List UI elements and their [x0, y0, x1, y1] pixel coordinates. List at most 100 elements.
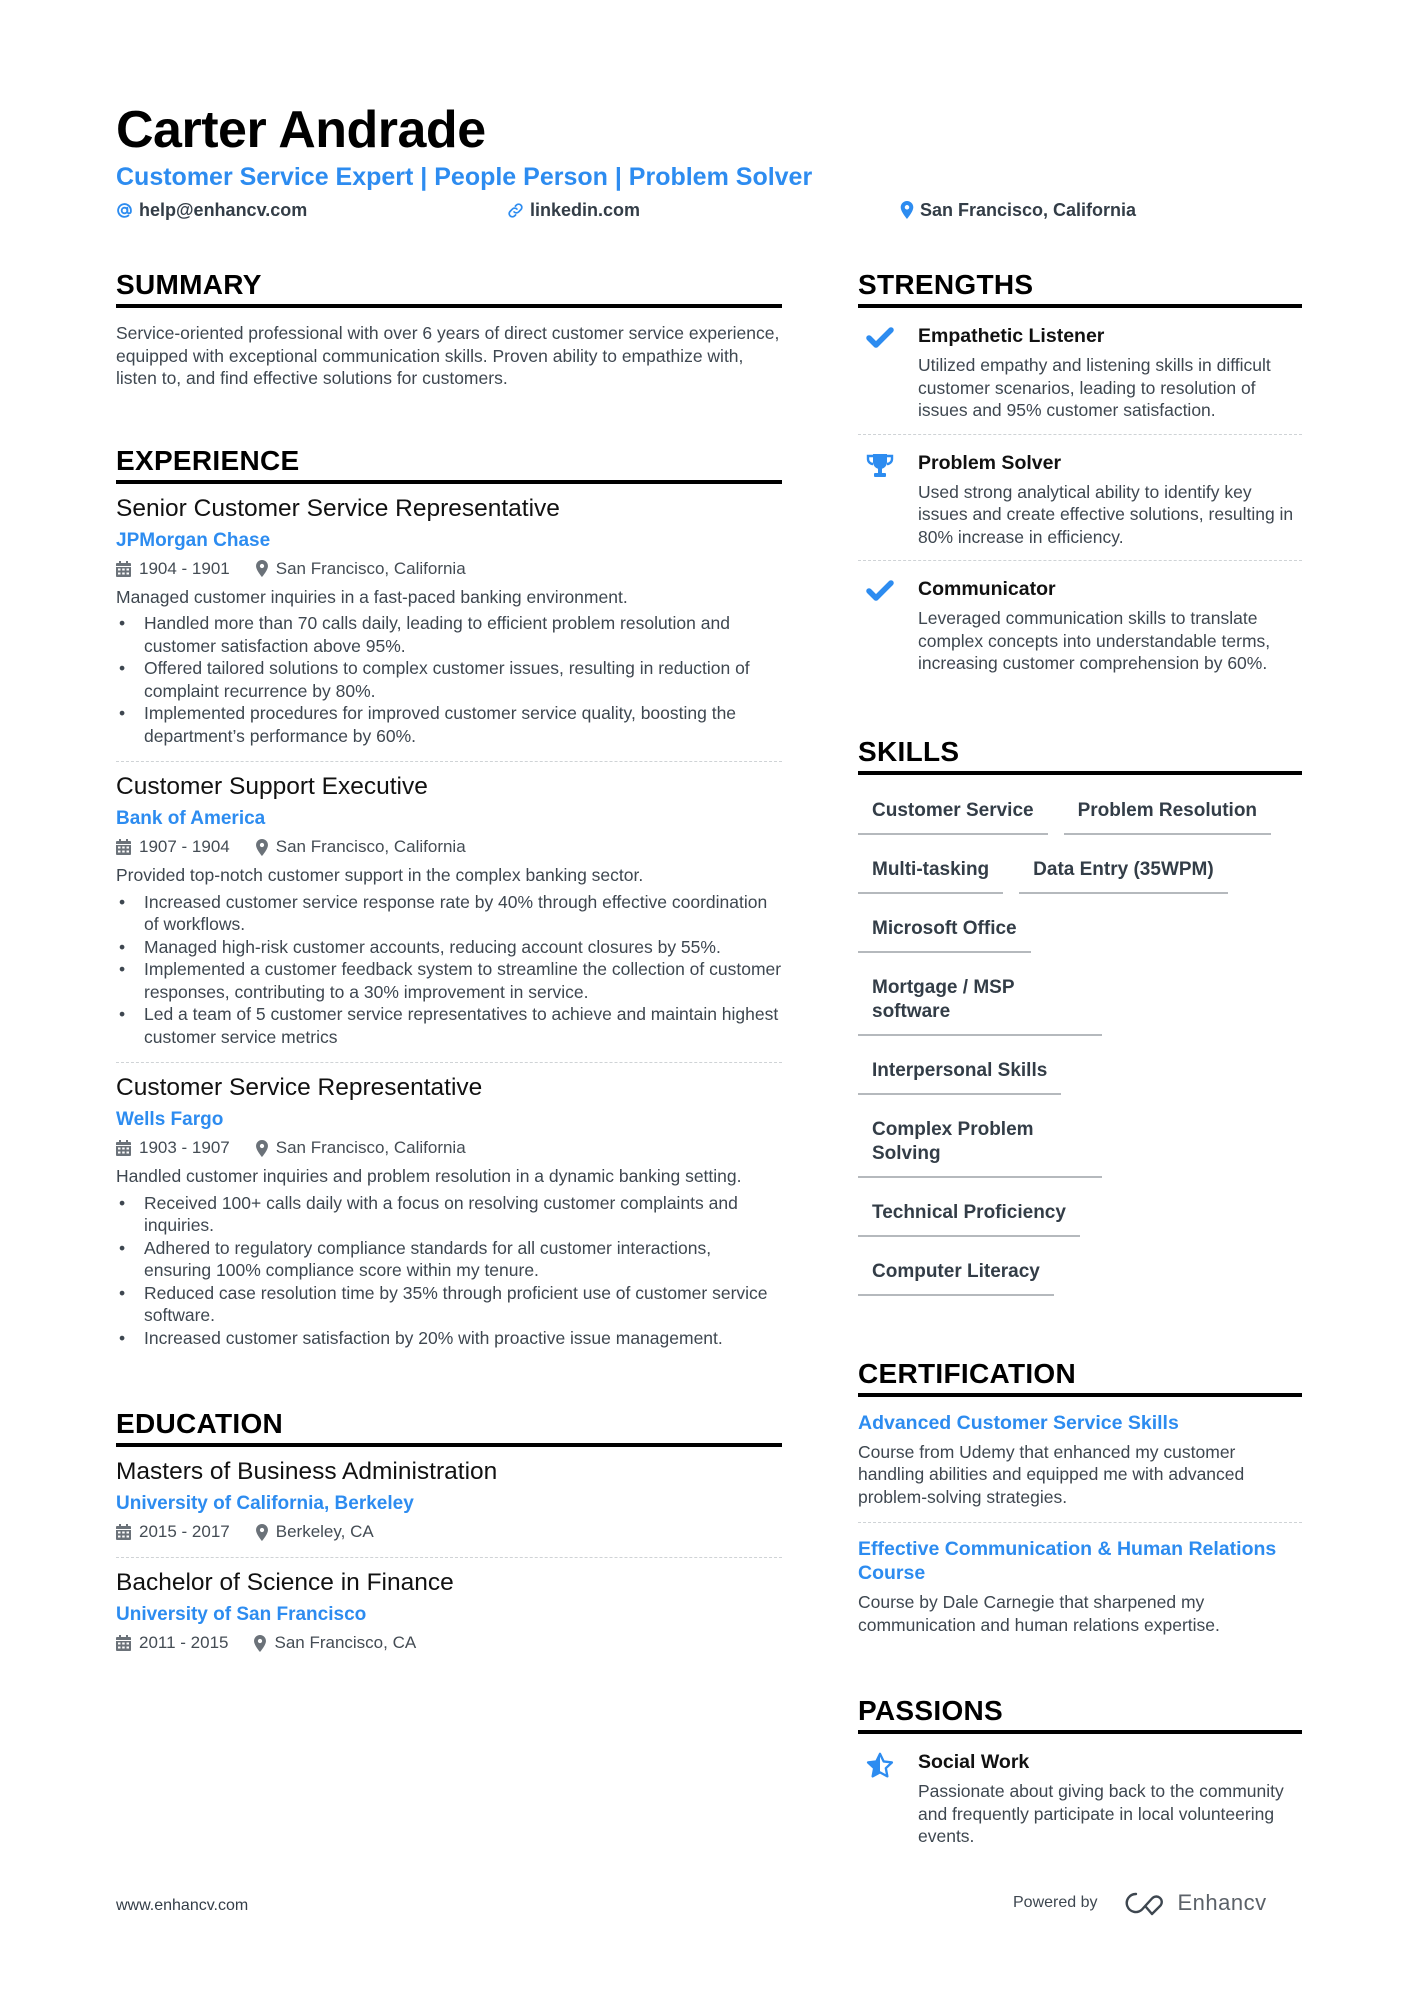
- job-bullet: Reduced case resolution time by 35% thro…: [116, 1282, 782, 1327]
- education-section: EDUCATION Masters of Business Administra…: [116, 1407, 782, 1668]
- job-bullets: Handled more than 70 calls daily, leadin…: [116, 612, 782, 747]
- education-dates: 2011 - 2015: [116, 1632, 228, 1654]
- certification-description: Course by Dale Carnegie that sharpened m…: [858, 1592, 1220, 1635]
- job-location: San Francisco, California: [255, 1137, 466, 1159]
- linkedin-text: linkedin.com: [530, 200, 641, 220]
- strength-item: Communicator Leveraged communication ski…: [858, 561, 1302, 687]
- education-entry: Bachelor of Science in Finance Universit…: [116, 1558, 782, 1668]
- company-name: Bank of America: [116, 808, 266, 829]
- star-icon: [866, 1752, 894, 1778]
- education-dates-text: 2015 - 2017: [139, 1522, 230, 1541]
- contact-location: San Francisco, California: [900, 198, 1136, 222]
- skill-tag: Problem Resolution: [1063, 789, 1272, 835]
- job-bullet: Handled more than 70 calls daily, leadin…: [116, 612, 782, 657]
- checkmark-icon: [866, 327, 894, 348]
- job-bullet: Led a team of 5 customer service represe…: [116, 1003, 782, 1048]
- experience-entry: Customer Support Executive Bank of Ameri…: [116, 762, 782, 1063]
- calendar-icon: [116, 1524, 131, 1540]
- certification-title: Effective Communication & Human Relation…: [858, 1538, 1277, 1584]
- job-bullet: Received 100+ calls daily with a focus o…: [116, 1192, 782, 1237]
- skill-tag: Data Entry (35WPM): [1019, 848, 1228, 894]
- section-title-certification: CERTIFICATION: [858, 1357, 1302, 1397]
- calendar-icon: [116, 839, 131, 855]
- experience-section: EXPERIENCE Senior Customer Service Repre…: [116, 444, 782, 1364]
- certification-title: Advanced Customer Service Skills: [858, 1411, 1179, 1434]
- candidate-tagline: Customer Service Expert | People Person …: [116, 163, 813, 191]
- strength-title: Empathetic Listener: [918, 325, 1105, 347]
- calendar-icon: [116, 560, 131, 577]
- section-title-strengths: STRENGTHS: [858, 268, 1302, 308]
- left-column: SUMMARY Service-oriented professional wi…: [116, 268, 782, 1668]
- certification-section: CERTIFICATION Advanced Customer Service …: [858, 1357, 1302, 1651]
- footer-branding[interactable]: Powered by Enhancv: [1013, 1890, 1267, 1916]
- job-bullet: Increased customer service response rate…: [116, 891, 782, 936]
- skill-tag: Computer Literacy: [858, 1250, 1054, 1296]
- experience-entry: Senior Customer Service Representative J…: [116, 484, 782, 762]
- calendar-icon: [116, 1635, 131, 1651]
- education-entry: Masters of Business Administration Unive…: [116, 1447, 782, 1558]
- company-name: JPMorgan Chase: [116, 529, 271, 551]
- right-column: STRENGTHS Empathetic Listener Utilized e…: [858, 268, 1302, 1860]
- job-bullet: Managed high-risk customer accounts, red…: [116, 936, 782, 959]
- education-location-text: San Francisco, CA: [274, 1633, 417, 1652]
- enhancv-logo-icon: [1125, 1892, 1163, 1916]
- skill-tag: Multi-tasking: [858, 848, 1004, 894]
- job-location-text: San Francisco, California: [275, 558, 466, 578]
- calendar-icon: [116, 1140, 131, 1156]
- section-title-passions: PASSIONS: [858, 1694, 1302, 1734]
- strength-item: Empathetic Listener Utilized empathy and…: [858, 308, 1302, 435]
- passion-item: Social Work Passionate about giving back…: [858, 1734, 1302, 1860]
- skill-tag: Technical Proficiency: [858, 1191, 1080, 1237]
- job-location-text: San Francisco, California: [275, 1138, 466, 1157]
- job-dates: 1907 - 1904: [116, 836, 230, 858]
- map-pin-icon: [255, 1139, 268, 1157]
- map-pin-icon: [255, 1523, 268, 1541]
- candidate-name: Carter Andrade: [116, 101, 486, 159]
- section-title-skills: SKILLS: [858, 735, 1302, 775]
- contact-linkedin[interactable]: linkedin.com: [507, 198, 640, 222]
- passion-title: Social Work: [918, 1751, 1030, 1773]
- contact-email[interactable]: help@enhancv.com: [116, 198, 307, 222]
- section-title-education: EDUCATION: [116, 1407, 782, 1447]
- strength-description: Leveraged communication skills to transl…: [918, 608, 1271, 673]
- strength-description: Utilized empathy and listening skills in…: [918, 355, 1271, 420]
- map-pin-icon: [255, 560, 268, 577]
- job-description: Handled customer inquiries and problem r…: [116, 1166, 742, 1186]
- education-location: Berkeley, CA: [255, 1521, 374, 1543]
- skill-tag: Complex Problem Solving: [858, 1108, 1102, 1178]
- map-pin-icon: [255, 838, 268, 856]
- job-dates: 1904 - 1901: [116, 558, 230, 580]
- email-text: help@enhancv.com: [139, 200, 308, 220]
- strengths-section: STRENGTHS Empathetic Listener Utilized e…: [858, 268, 1302, 687]
- school-name: University of California, Berkeley: [116, 1493, 414, 1514]
- strength-item: Problem Solver Used strong analytical ab…: [858, 435, 1302, 561]
- skill-tag: Customer Service: [858, 789, 1048, 835]
- job-location: San Francisco, California: [255, 558, 466, 580]
- skill-tag: Microsoft Office: [858, 907, 1031, 953]
- job-dates-text: 1907 - 1904: [139, 837, 230, 856]
- map-pin-icon: [254, 1634, 267, 1652]
- passion-description: Passionate about giving back to the comm…: [918, 1781, 1284, 1846]
- certification-description: Course from Udemy that enhanced my custo…: [858, 1441, 1245, 1507]
- at-icon: [117, 202, 132, 218]
- strength-description: Used strong analytical ability to identi…: [918, 481, 1294, 547]
- job-title: Senior Customer Service Representative: [116, 494, 560, 522]
- location-text: San Francisco, California: [920, 200, 1137, 220]
- certification-item: Advanced Customer Service Skills Course …: [858, 1397, 1302, 1523]
- degree-title: Masters of Business Administration: [116, 1458, 498, 1485]
- enhancv-brand-name: Enhancv: [1177, 1890, 1267, 1915]
- job-meta: 1903 - 1907 San Francisco, California: [116, 1137, 782, 1159]
- job-meta: 1904 - 1901 San Francisco, California: [116, 558, 782, 580]
- strength-title: Problem Solver: [918, 451, 1062, 474]
- school-name: University of San Francisco: [116, 1604, 367, 1625]
- education-location-text: Berkeley, CA: [275, 1522, 374, 1541]
- degree-title: Bachelor of Science in Finance: [116, 1569, 454, 1596]
- map-pin-icon: [900, 201, 914, 219]
- company-name: Wells Fargo: [116, 1109, 224, 1130]
- job-dates-text: 1904 - 1901: [139, 558, 230, 578]
- footer-website[interactable]: www.enhancv.com: [116, 1896, 248, 1916]
- job-bullet: Implemented a customer feedback system t…: [116, 958, 782, 1003]
- skills-section: SKILLS Customer Service Problem Resoluti…: [858, 735, 1302, 1309]
- education-meta: 2011 - 2015 San Francisco, CA: [116, 1632, 782, 1654]
- job-description: Provided top-notch customer support in t…: [116, 865, 644, 885]
